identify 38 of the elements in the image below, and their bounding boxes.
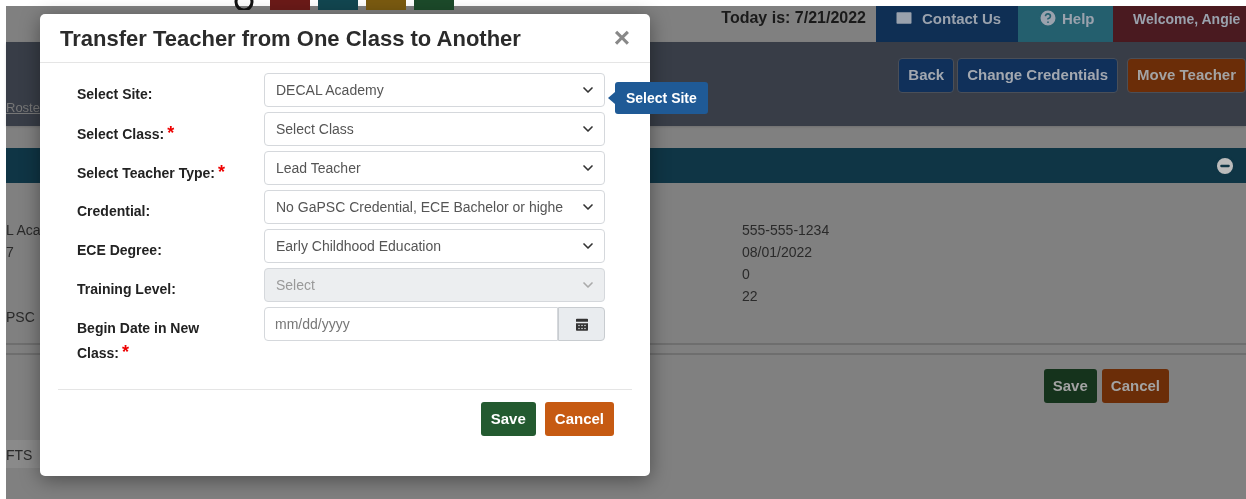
form-button[interactable]: Cancel bbox=[1101, 369, 1169, 403]
tab[interactable]: FTS bbox=[6, 440, 40, 468]
dropdown[interactable]: Select Class bbox=[264, 112, 605, 146]
help-button[interactable]: Help bbox=[1018, 6, 1113, 42]
field-label: Credential: bbox=[77, 202, 152, 221]
nav-button[interactable]: Move Teacher bbox=[1127, 58, 1246, 93]
contact-us-button[interactable]: Contact Us bbox=[876, 6, 1018, 42]
dropdown[interactable]: DECAL Academy bbox=[264, 73, 605, 107]
detail-value: 08/01/2022 bbox=[742, 243, 814, 262]
dropdown[interactable]: Lead Teacher bbox=[264, 151, 605, 185]
field-label: Training Level: bbox=[77, 280, 177, 299]
detail-value: 0 bbox=[742, 265, 751, 284]
field-label: Select Teacher Type: * bbox=[77, 161, 226, 184]
tooltip: Select Site bbox=[608, 82, 708, 114]
form-button[interactable]: Save bbox=[1043, 369, 1097, 403]
detail-text: 7 bbox=[6, 243, 15, 262]
dropdown[interactable]: Early Childhood Education bbox=[264, 229, 605, 263]
today-date: Today is: 7/21/2022 bbox=[721, 8, 866, 26]
close-button[interactable]: × bbox=[613, 24, 630, 52]
field-label: Select Class: * bbox=[77, 122, 176, 145]
welcome-banner: Welcome, Angie bbox=[1113, 6, 1246, 42]
field-label: Begin Date in New Class: * bbox=[77, 319, 201, 364]
help-icon bbox=[1038, 8, 1058, 28]
detail-value: 22 bbox=[742, 287, 759, 306]
dropdown[interactable]: No GaPSC Credential, ECE Bachelor or highe bbox=[264, 190, 605, 224]
tooltip-pointer bbox=[608, 92, 615, 104]
nav-button[interactable]: Back bbox=[898, 58, 955, 93]
detail-value: 555-555-1234 bbox=[742, 221, 830, 240]
date-field[interactable]: mm/dd/yyyy bbox=[264, 307, 558, 341]
dialog-button[interactable]: Cancel bbox=[544, 402, 614, 436]
field-label: Select Site: bbox=[77, 85, 154, 104]
detail-text: PSC bbox=[6, 308, 36, 327]
dialog-button[interactable]: Save bbox=[480, 402, 536, 436]
calendar-button[interactable] bbox=[558, 307, 605, 341]
detail-text: L Aca bbox=[6, 221, 40, 240]
dialog-title: Transfer Teacher from One Class to Another bbox=[60, 24, 521, 53]
nav-button[interactable]: Change Credentials bbox=[957, 58, 1119, 93]
field-label: ECE Degree: bbox=[77, 241, 163, 260]
